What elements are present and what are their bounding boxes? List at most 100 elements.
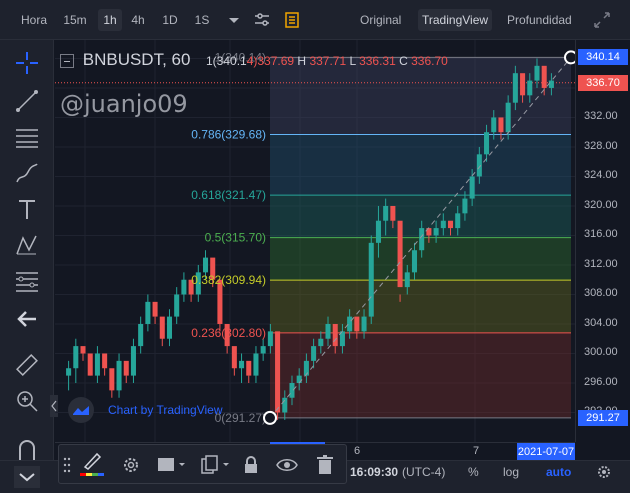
- candle-body: [484, 132, 490, 155]
- settings-icon[interactable]: [119, 453, 143, 477]
- chevron-down-icon[interactable]: [224, 10, 244, 30]
- gear-icon[interactable]: [596, 464, 612, 480]
- tradingview-logo-icon: [68, 397, 94, 423]
- candle-body: [397, 220, 403, 288]
- fullscreen-icon[interactable]: [592, 10, 612, 30]
- branding[interactable]: Chart by TradingView: [68, 397, 223, 423]
- candle-body: [166, 316, 173, 339]
- drag-handle-icon[interactable]: [63, 455, 71, 475]
- candle-body: [534, 65, 540, 81]
- price-tick: 316.00: [584, 228, 618, 241]
- candle-body: [361, 316, 367, 332]
- low-value: 336.31: [359, 54, 396, 68]
- pattern-icon[interactable]: [14, 232, 40, 258]
- symbol-name: BNBUSDT, 60: [82, 50, 191, 69]
- candle-body: [130, 346, 136, 376]
- candle-body: [541, 65, 547, 88]
- candle-body: [505, 102, 511, 133]
- crosshair-icon[interactable]: [14, 50, 40, 76]
- timeframe-hora[interactable]: Hora: [14, 9, 54, 31]
- symbol-legend: BNBUSDT, 60: [60, 50, 190, 70]
- brush-button[interactable]: [75, 447, 109, 481]
- candle-body: [433, 228, 439, 236]
- price-tick: 332.00: [584, 110, 618, 123]
- timeframe-1h[interactable]: 1h: [98, 9, 122, 31]
- drawing-properties-panel: [58, 444, 347, 484]
- candle-body: [411, 250, 418, 273]
- time-tick: 7: [473, 445, 480, 457]
- low-label: L: [349, 54, 356, 68]
- collapse-arrow-icon[interactable]: [14, 466, 40, 488]
- collapse-legend-icon[interactable]: [60, 53, 74, 68]
- fill-color-icon[interactable]: [155, 453, 189, 477]
- fib-level-label: 0.786(329.68): [191, 128, 266, 142]
- notes-icon[interactable]: [282, 10, 302, 30]
- candle-body: [296, 375, 302, 383]
- mode-original[interactable]: Original: [356, 9, 405, 31]
- ohlc-values: 1(340.14)337.69 H 337.71 L 336.31 C 336.…: [206, 54, 448, 68]
- price-tick: 304.00: [584, 316, 618, 329]
- brush-draw-icon[interactable]: [14, 160, 40, 186]
- time-tick: 6: [354, 445, 361, 457]
- candle-body: [174, 294, 180, 317]
- price-tick: 308.00: [584, 287, 618, 300]
- fib-handle-end: [564, 50, 575, 65]
- brush-color-swatch: [98, 473, 104, 476]
- candle-body: [325, 323, 331, 339]
- watermark-text: @juanjo09: [60, 90, 188, 118]
- trend-line-icon[interactable]: [14, 88, 40, 114]
- candle-body: [368, 242, 374, 317]
- candle-body: [80, 346, 86, 354]
- left-drawing-toolbar: [0, 40, 54, 460]
- fib-zone: [270, 134, 571, 196]
- candle-body: [476, 154, 482, 177]
- candle-body: [354, 316, 360, 332]
- timeframe-1d[interactable]: 1D: [158, 9, 182, 31]
- timeframe-4h[interactable]: 4h: [126, 9, 150, 31]
- zoom-in-icon[interactable]: [14, 388, 40, 414]
- candle-body: [318, 338, 324, 347]
- candle-body: [548, 80, 554, 88]
- auto-toggle[interactable]: auto: [546, 465, 571, 479]
- candle-body: [282, 397, 288, 413]
- price-tick: 300.00: [584, 346, 618, 359]
- price-tick: 324.00: [584, 169, 618, 182]
- price-tick: 328.00: [584, 139, 618, 152]
- top-toolbar: Hora 15m 1h 4h 1D 1S Original TradingVie…: [0, 0, 630, 40]
- percent-toggle[interactable]: %: [468, 465, 479, 479]
- lock-icon[interactable]: [239, 453, 263, 477]
- clone-icon[interactable]: [199, 453, 233, 477]
- eye-icon[interactable]: [275, 453, 299, 477]
- price-tick: 312.00: [584, 257, 618, 270]
- candle-body: [404, 272, 410, 288]
- fib-level-label: 0.5(315.70): [205, 231, 266, 245]
- close-label: C: [399, 54, 408, 68]
- timeframe-1s[interactable]: 1S: [190, 9, 214, 31]
- branding-text: Chart by TradingView: [108, 403, 223, 417]
- mode-tradingview[interactable]: TradingView: [418, 9, 493, 31]
- clock-time: 16:09:30: [350, 465, 399, 479]
- price-axis[interactable]: 332.00 328.00 324.00 320.00 316.00 312.00 308.…: [575, 40, 630, 442]
- fib-zone: [270, 332, 571, 418]
- price-badge-bottom: 291.27: [578, 409, 628, 426]
- candle-body: [440, 220, 446, 229]
- fib-icon[interactable]: [14, 268, 40, 294]
- candle-body: [159, 316, 165, 339]
- back-arrow-icon[interactable]: [14, 306, 40, 332]
- indicators-icon[interactable]: [252, 10, 272, 30]
- fib-level-label: 0.618(321.47): [191, 188, 266, 202]
- text-icon[interactable]: [14, 196, 40, 222]
- magnet-icon[interactable]: [14, 436, 40, 462]
- candle-body: [94, 353, 100, 376]
- candle-body: [419, 228, 425, 251]
- log-toggle[interactable]: log: [503, 465, 519, 479]
- horizontal-lines-icon[interactable]: [14, 124, 40, 150]
- open-extra: 337.69: [257, 54, 295, 68]
- ruler-icon[interactable]: [14, 352, 40, 378]
- mode-profundidad[interactable]: Profundidad: [503, 9, 576, 31]
- trash-icon[interactable]: [313, 453, 337, 477]
- candle-body: [267, 331, 273, 347]
- candle-body: [498, 117, 504, 133]
- timeframe-15m[interactable]: 15m: [58, 9, 92, 31]
- timezone[interactable]: (UTC-4): [402, 465, 445, 479]
